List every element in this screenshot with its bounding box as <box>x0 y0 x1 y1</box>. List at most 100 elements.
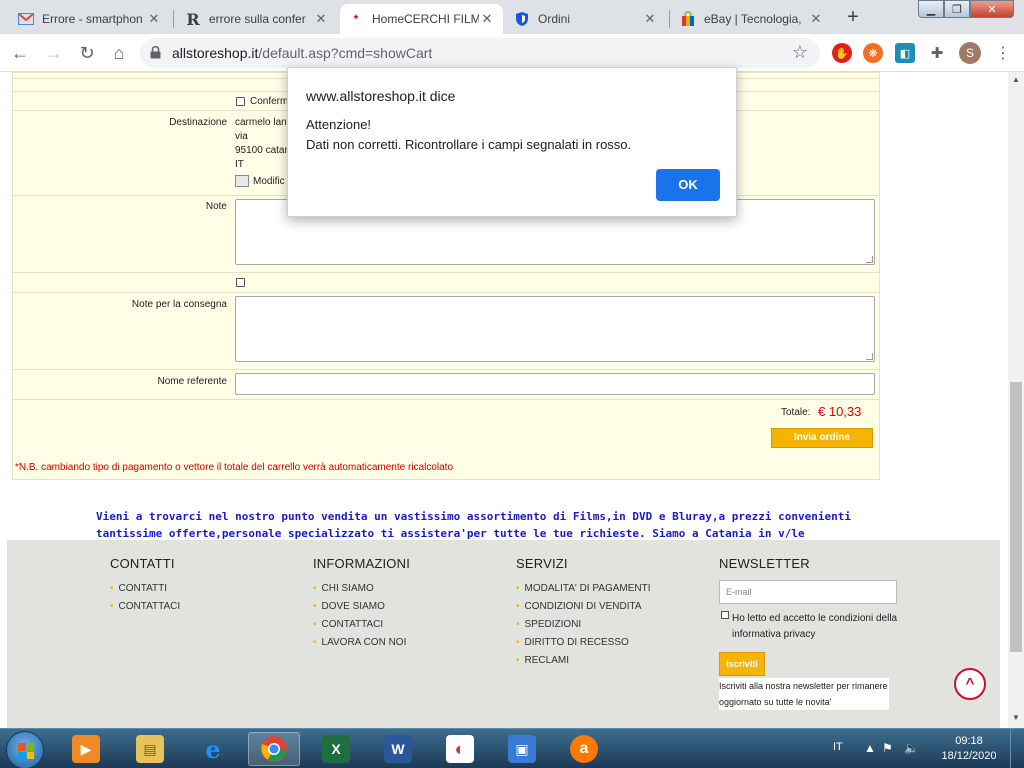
maximize-button[interactable]: ❐ <box>944 0 970 18</box>
footer-link[interactable]: • DOVE SIAMO <box>313 598 410 616</box>
row-divider <box>13 272 879 273</box>
footer-link[interactable]: • CONTATTACI <box>110 598 180 616</box>
newsletter-info: Iscriviti alla nostra newsletter per rim… <box>719 678 889 710</box>
bookmark-star-icon[interactable]: ☆ <box>792 42 808 63</box>
destination-line: IT <box>235 159 244 170</box>
taskbar-excel[interactable]: X <box>310 732 362 766</box>
action-center-flag-icon[interactable]: ⚑ <box>882 741 893 755</box>
adblock-extension-icon[interactable]: ✋ <box>832 43 852 63</box>
referent-input[interactable] <box>235 373 875 395</box>
chrome-icon <box>261 736 287 762</box>
tab-title: HomeCERCHI FILM <box>372 12 479 26</box>
close-tab-icon[interactable]: ✕ <box>313 11 329 27</box>
destination-line: via <box>235 131 248 142</box>
new-tab-button[interactable]: + <box>840 5 866 31</box>
translate-extension-icon[interactable]: ◧ <box>895 43 915 63</box>
asterisk-icon: * <box>353 12 359 26</box>
footer-link[interactable]: • DIRITTO DI RECESSO <box>516 634 651 652</box>
taskbar-word[interactable]: W <box>372 732 424 766</box>
privacy-checkbox[interactable] <box>721 611 729 619</box>
taskbar-internet-explorer[interactable]: e <box>187 732 239 766</box>
back-icon[interactable]: ← <box>8 41 32 65</box>
taskbar-remote-desktop[interactable]: ▣ <box>496 732 548 766</box>
volume-icon[interactable]: 🔈 <box>904 741 919 755</box>
close-tab-icon[interactable]: ✕ <box>479 11 495 27</box>
newsletter-email-input[interactable]: E-mail <box>719 580 897 604</box>
footer-link[interactable]: • RECLAMI <box>516 652 651 670</box>
scroll-to-top-button[interactable]: ^ <box>954 668 986 700</box>
footer-link[interactable]: • CONTATTI <box>110 580 180 598</box>
internet-explorer-icon: e <box>205 734 221 764</box>
honey-extension-icon[interactable]: ❋ <box>863 43 883 63</box>
alert-dialog: www.allstoreshop.it dice Attenzione! Dat… <box>287 67 737 217</box>
show-desktop-button[interactable] <box>1010 729 1024 768</box>
close-tab-icon[interactable]: ✕ <box>808 11 824 27</box>
close-tab-icon[interactable]: ✕ <box>146 11 162 27</box>
privacy-text: Ho letto ed accetto le condizioni della … <box>732 613 898 640</box>
close-tab-icon[interactable]: ✕ <box>642 11 658 27</box>
dialog-origin: www.allstoreshop.it dice <box>306 88 456 104</box>
subscribe-button[interactable]: Iscriviti <box>719 652 765 676</box>
minimize-button[interactable]: ▁ <box>918 0 944 18</box>
tab-ebay[interactable]: eBay | Tecnologia, ✕ <box>672 4 832 34</box>
row-divider <box>13 399 879 400</box>
system-clock[interactable]: 09:18 18/12/2020 <box>934 734 1004 764</box>
extensions-puzzle-icon[interactable]: ✚ <box>927 43 947 63</box>
footer-heading: INFORMAZIONI <box>313 556 411 571</box>
taskbar-file-explorer[interactable]: ▤ <box>124 732 176 766</box>
footer-link[interactable]: • CONDIZIONI DI VENDITA <box>516 598 651 616</box>
delivery-note-textarea[interactable] <box>235 296 875 362</box>
footer-link[interactable]: • CONTATTACI <box>313 616 410 634</box>
tab-ordini[interactable]: Ordini ✕ <box>506 4 666 34</box>
confirm-checkbox[interactable] <box>236 97 245 106</box>
taskbar-avast[interactable]: a <box>558 732 610 766</box>
tab-gmail[interactable]: Errore - smartphon ✕ <box>10 4 170 34</box>
start-button[interactable] <box>6 731 44 768</box>
footer-heading: NEWSLETTER <box>719 556 810 571</box>
row-divider <box>13 292 879 293</box>
reload-icon[interactable]: ↻ <box>75 41 99 65</box>
windows-logo-icon <box>18 743 34 759</box>
total-value: € 10,33 <box>818 404 862 419</box>
scrollbar-thumb[interactable] <box>1010 382 1022 652</box>
option-checkbox[interactable] <box>236 278 245 287</box>
footer-link[interactable]: • SPEDIZIONI <box>516 616 651 634</box>
url-text: allstoreshop.it/default.asp?cmd=showCart <box>172 45 433 61</box>
dialog-ok-button[interactable]: OK <box>656 169 720 201</box>
chevron-up-icon: ^ <box>965 675 975 692</box>
taskbar-red-app[interactable]: ◐ <box>434 732 486 766</box>
lock-icon[interactable] <box>150 46 161 59</box>
scroll-up-arrow-icon[interactable]: ▲ <box>1008 72 1024 88</box>
taskbar-media-player[interactable]: ▶ <box>60 732 112 766</box>
page-scrollbar[interactable]: ▲ ▼ <box>1008 72 1024 728</box>
home-icon[interactable]: ⌂ <box>107 41 131 65</box>
modify-link[interactable]: Modific <box>235 175 285 188</box>
close-window-button[interactable]: ✕ <box>970 0 1014 18</box>
scroll-down-arrow-icon[interactable]: ▼ <box>1008 710 1024 726</box>
tab-homecerchi[interactable]: * HomeCERCHI FILM ✕ <box>340 4 503 34</box>
address-bar[interactable]: allstoreshop.it/default.asp?cmd=showCart… <box>140 38 820 68</box>
menu-kebab-icon[interactable]: ⋮ <box>995 43 1011 63</box>
destination-line: 95100 catan <box>235 145 291 156</box>
forward-icon[interactable]: → <box>42 41 66 65</box>
tab-separator <box>173 10 174 28</box>
footer-link[interactable]: • CHI SIAMO <box>313 580 410 598</box>
tab-r[interactable]: R errore sulla confer ✕ <box>177 4 337 34</box>
tab-title: Ordini <box>538 12 571 26</box>
tab-separator <box>669 10 670 28</box>
footer-contatti: CONTATTI • CONTATTI • CONTATTACI <box>110 556 180 616</box>
app-red-icon: ◐ <box>446 735 474 763</box>
tab-title: Errore - smartphon <box>42 12 143 26</box>
language-indicator[interactable]: IT <box>833 741 843 753</box>
tray-expand-icon[interactable]: ▲ <box>864 741 876 755</box>
taskbar-chrome[interactable] <box>248 732 300 766</box>
media-player-icon: ▶ <box>72 735 100 763</box>
footer-link[interactable]: • LAVORA CON NOI <box>313 634 410 652</box>
send-order-button[interactable]: Invia ordine <box>771 428 873 448</box>
confirm-label: Conferm <box>250 96 289 107</box>
footer-link[interactable]: • MODALITA' DI PAGAMENTI <box>516 580 651 598</box>
remote-desktop-icon: ▣ <box>508 735 536 763</box>
footer-servizi: SERVIZI • MODALITA' DI PAGAMENTI • CONDIZI… <box>516 556 651 670</box>
file-explorer-icon: ▤ <box>136 735 164 763</box>
profile-avatar[interactable]: S <box>959 42 981 64</box>
